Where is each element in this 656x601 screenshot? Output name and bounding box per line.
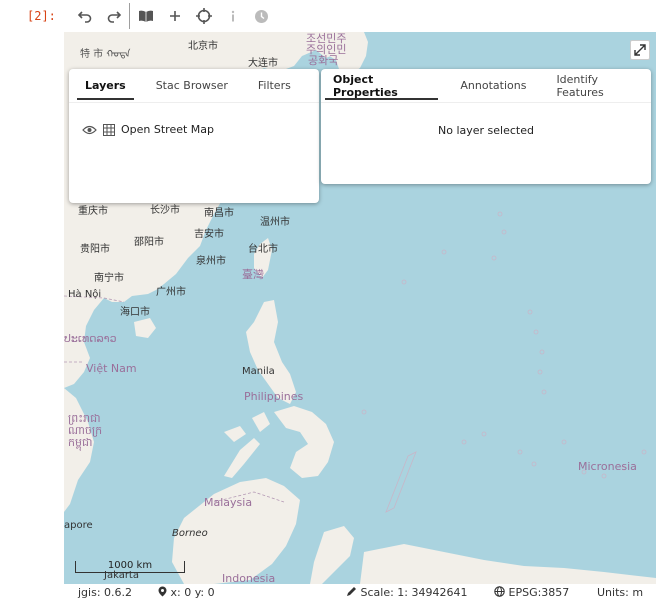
toolbar-separator xyxy=(129,3,130,29)
map-label: Manila xyxy=(242,366,275,377)
layer-name: Open Street Map xyxy=(121,123,215,136)
tab-stac-browser[interactable]: Stac Browser xyxy=(148,69,236,102)
map-label: 臺灣 xyxy=(242,268,264,281)
eye-icon[interactable] xyxy=(82,125,97,135)
layers-panel: Layers Stac Browser Filters Open Street … xyxy=(69,69,319,203)
scale-text: Scale: 1: 34942641 xyxy=(360,586,468,599)
tab-annotations[interactable]: Annotations xyxy=(452,69,534,102)
info-icon[interactable] xyxy=(218,0,247,32)
map-label: 南宁市 xyxy=(94,273,124,284)
map-label: 台北市 xyxy=(248,244,278,255)
map-label: apore xyxy=(64,520,93,531)
tab-object-properties[interactable]: Object Properties xyxy=(325,69,439,102)
map-label: 重庆市 xyxy=(78,206,108,217)
map-label: 大连市 xyxy=(248,58,278,69)
map-label: Borneo xyxy=(172,528,208,539)
map-label: 贵阳市 xyxy=(80,244,110,255)
version-label: jgis: 0.6.2 xyxy=(78,586,133,599)
tab-filters[interactable]: Filters xyxy=(250,69,299,102)
map-label: Micronesia xyxy=(578,460,637,473)
map-label: 长沙市 xyxy=(150,205,180,216)
properties-panel-tabs: Object Properties Annotations Identify F… xyxy=(321,69,651,103)
map-label: ປະເທດລາວ xyxy=(64,332,117,345)
map-label: 特 市 ᠬᠣᠲᠠ xyxy=(80,49,131,60)
map-label: 海口市 xyxy=(120,307,150,318)
projection-readout: EPSG:3857 xyxy=(494,586,569,599)
clock-icon[interactable] xyxy=(247,0,276,32)
map-label: Malaysia xyxy=(204,496,253,509)
coords-text: x: 0 y: 0 xyxy=(170,586,215,599)
scale-bar-label: 1000 km xyxy=(107,560,153,571)
projection-text: EPSG:3857 xyxy=(508,586,570,599)
toolbar xyxy=(64,0,656,32)
raster-grid-icon xyxy=(103,123,115,136)
cell-prompt: [2]: xyxy=(27,9,56,23)
no-layer-message: No layer selected xyxy=(438,124,534,137)
scale-readout: Scale: 1: 34942641 xyxy=(346,586,468,599)
map-label: 邵阳市 xyxy=(134,237,164,248)
plus-icon[interactable] xyxy=(160,0,189,32)
globe-icon xyxy=(494,586,505,597)
tab-layers[interactable]: Layers xyxy=(77,69,134,102)
map-label: Philippines xyxy=(244,390,304,403)
map-label: 南昌市 xyxy=(204,208,234,219)
crosshair-icon[interactable] xyxy=(189,0,218,32)
map-label: កម្ពុជា xyxy=(68,436,93,449)
layer-item[interactable]: Open Street Map xyxy=(69,103,319,136)
map-label: Việt Nam xyxy=(86,362,137,375)
redo-icon[interactable] xyxy=(99,0,128,32)
map-label: 泉州市 xyxy=(196,256,226,267)
pencil-icon xyxy=(347,587,356,596)
expand-icon xyxy=(634,44,646,56)
fullscreen-button[interactable] xyxy=(630,40,650,60)
units-readout: Units: m xyxy=(597,586,644,599)
status-bar: jgis: 0.6.2 x: 0 y: 0 Scale: 1: 34942641… xyxy=(64,584,656,601)
layers-panel-tabs: Layers Stac Browser Filters xyxy=(69,69,319,103)
undo-icon[interactable] xyxy=(70,0,99,32)
tab-identify-features[interactable]: Identify Features xyxy=(548,69,647,102)
map-label: 吉安市 xyxy=(194,229,224,240)
properties-panel: Object Properties Annotations Identify F… xyxy=(321,69,651,184)
map-label: Indonesia xyxy=(222,572,276,584)
map-pin-icon xyxy=(158,586,167,597)
map-label: Hà Nội xyxy=(68,289,102,300)
map-label: 温州市 xyxy=(260,217,290,228)
coords-readout: x: 0 y: 0 xyxy=(158,586,215,599)
map-label: 공화국 xyxy=(308,54,339,67)
map-label: 北京市 xyxy=(188,41,218,52)
book-icon[interactable] xyxy=(131,0,160,32)
map-label: 广州市 xyxy=(156,287,186,298)
